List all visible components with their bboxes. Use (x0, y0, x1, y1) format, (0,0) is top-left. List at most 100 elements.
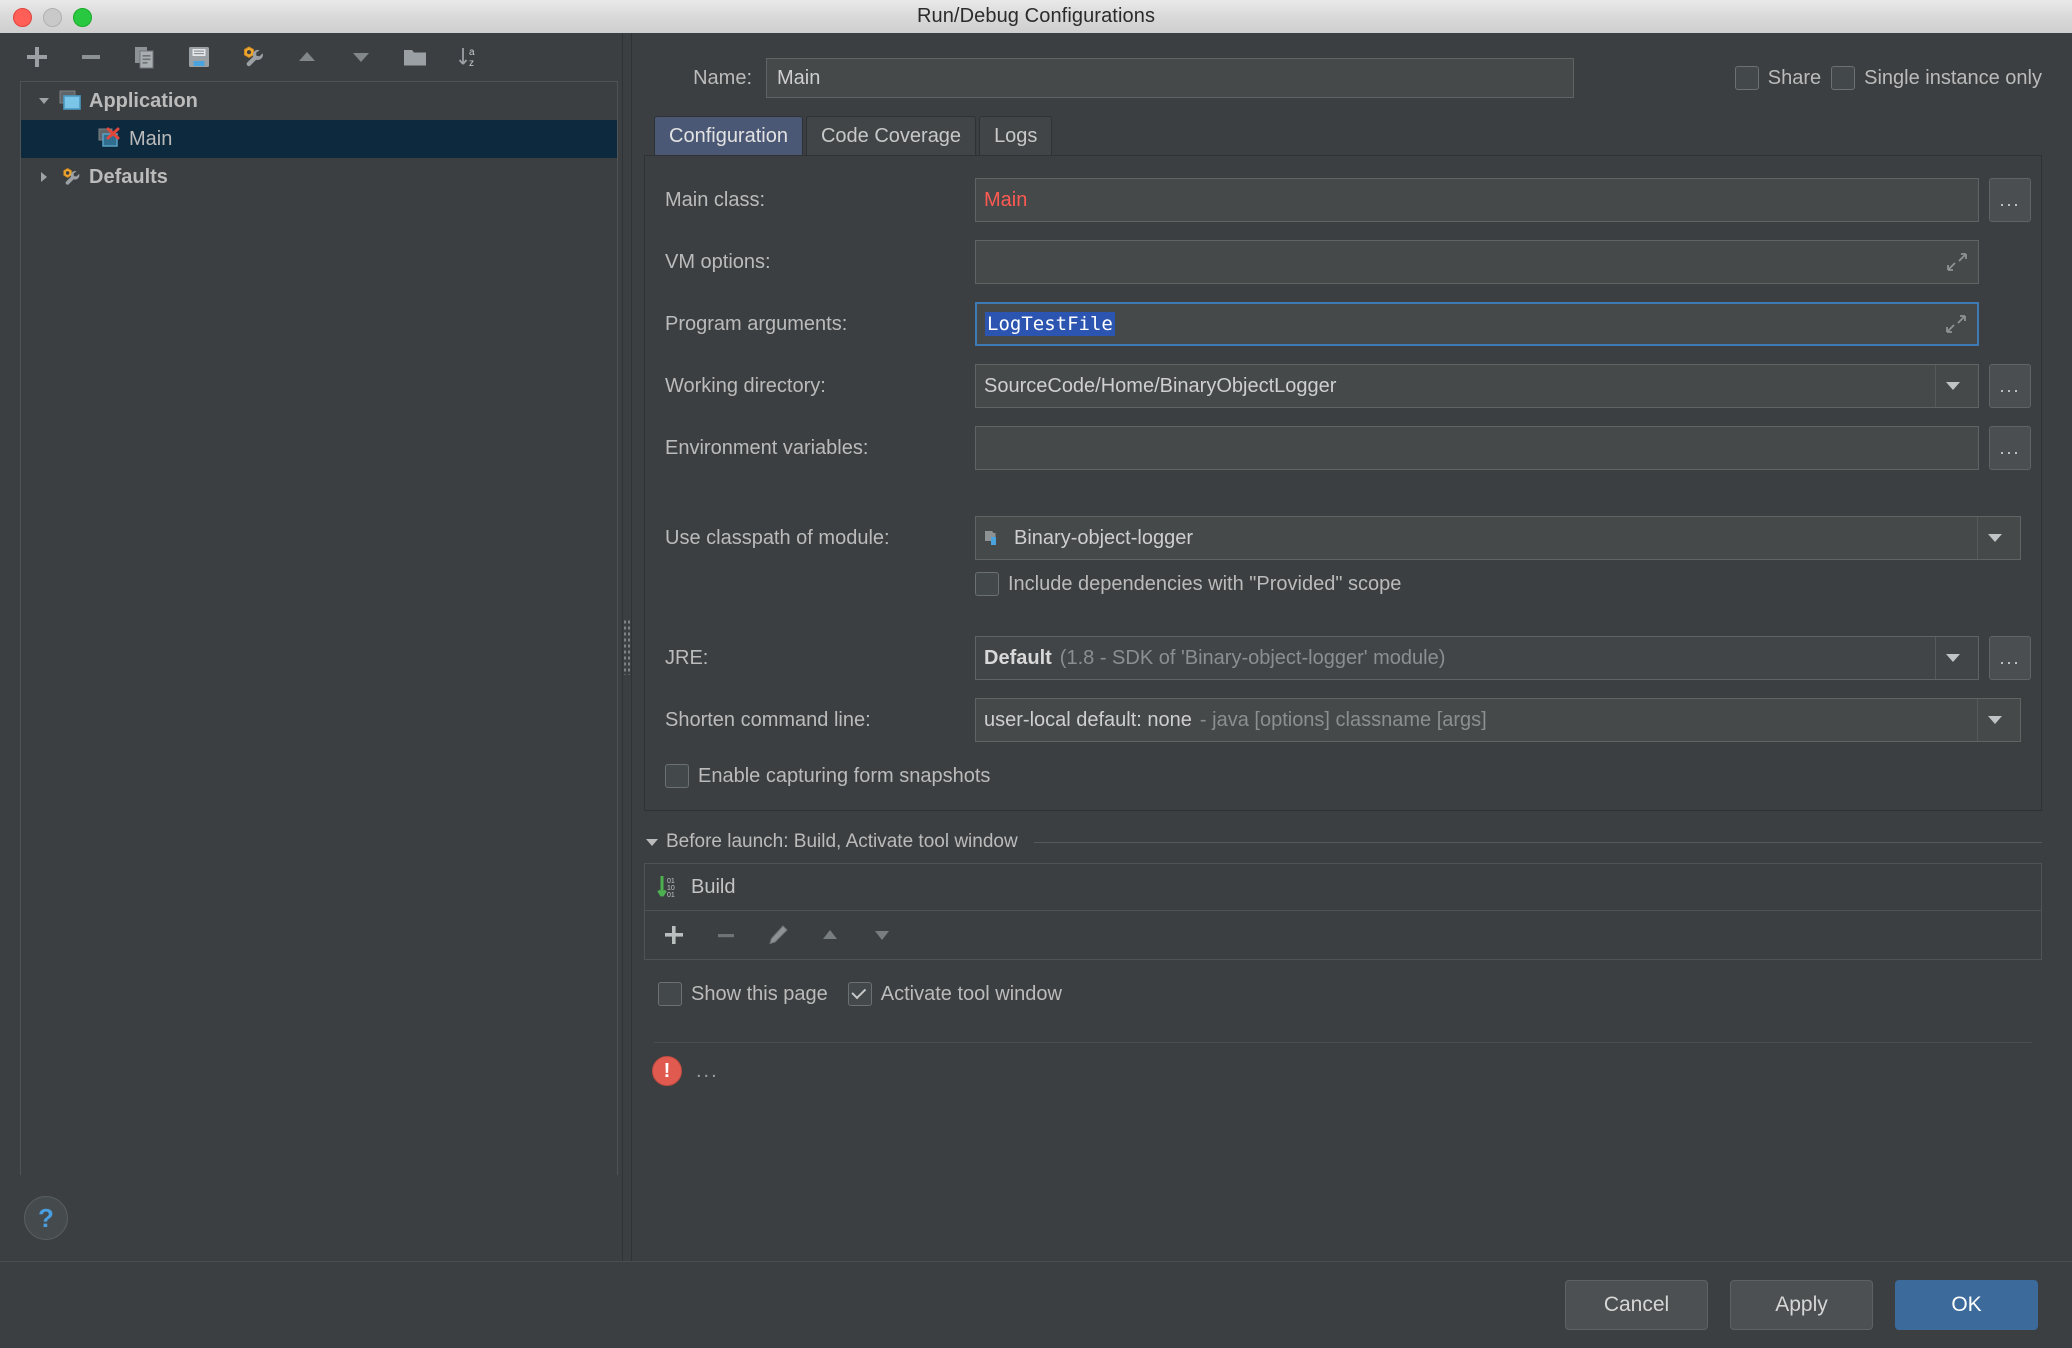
tab-logs[interactable]: Logs (979, 116, 1052, 155)
copy-configuration-button[interactable] (126, 39, 164, 75)
jre-row: JRE: Default (1.8 - SDK of 'Binary-objec… (645, 636, 2041, 680)
arrow-up-icon (818, 923, 842, 947)
minus-icon (714, 923, 738, 947)
tab-code-coverage[interactable]: Code Coverage (806, 116, 976, 155)
new-folder-button[interactable] (396, 39, 434, 75)
working-directory-value: SourceCode/Home/BinaryObjectLogger (984, 375, 1336, 398)
ok-button[interactable]: OK (1895, 1280, 2038, 1330)
enable-form-snapshots-checkbox-row[interactable]: Enable capturing form snapshots (665, 764, 990, 788)
include-provided-deps-checkbox-row[interactable]: Include dependencies with "Provided" sco… (975, 572, 1401, 596)
name-input-value: Main (777, 67, 820, 90)
expand-collapse-arrow-application[interactable] (31, 93, 57, 109)
window-title: Run/Debug Configurations (917, 5, 1155, 28)
move-down-button[interactable] (342, 39, 380, 75)
share-checkbox[interactable] (1735, 66, 1759, 90)
show-this-page-checkbox-row[interactable]: Show this page (658, 982, 828, 1006)
expand-diagonal-icon[interactable] (1944, 249, 1970, 275)
window-titlebar: Run/Debug Configurations (0, 0, 2072, 34)
share-checkbox-row[interactable]: Share (1735, 66, 1821, 90)
program-arguments-input[interactable]: LogTestFile (975, 302, 1979, 346)
configurations-tree[interactable]: Application Main (20, 81, 618, 1175)
error-message: ... (696, 1060, 719, 1083)
configurations-toolbar: a z (0, 33, 620, 81)
before-launch-options: Show this page Activate tool window (644, 982, 2042, 1006)
before-launch-rule (1034, 842, 2042, 843)
use-classpath-of-module-row: Use classpath of module: Binary-object-l… (645, 516, 2041, 560)
edit-defaults-button[interactable] (234, 39, 272, 75)
add-configuration-button[interactable] (18, 39, 56, 75)
vm-options-input[interactable] (975, 240, 1979, 284)
move-before-launch-task-down-button[interactable] (867, 920, 897, 950)
tree-item-main[interactable]: Main (21, 120, 617, 158)
environment-variables-input[interactable] (975, 426, 1979, 470)
help-button[interactable]: ? (24, 1196, 68, 1240)
before-launch-item-build[interactable]: 01 10 01 Build (645, 864, 2041, 911)
single-instance-checkbox-row[interactable]: Single instance only (1831, 66, 2042, 90)
editor-tabs: Configuration Code Coverage Logs (644, 113, 2042, 155)
main-class-browse-button[interactable]: ... (1989, 178, 2031, 222)
vm-options-row: VM options: (645, 240, 2041, 284)
shorten-command-line-combobox[interactable]: user-local default: none - java [options… (975, 698, 2021, 742)
remove-before-launch-task-button[interactable] (711, 920, 741, 950)
before-launch-header[interactable]: Before launch: Build, Activate tool wind… (644, 831, 2042, 853)
jre-combobox[interactable]: Default (1.8 - SDK of 'Binary-object-log… (975, 636, 1979, 680)
main-class-input[interactable]: Main (975, 178, 1979, 222)
folder-icon (402, 44, 428, 70)
splitter-grip[interactable] (623, 619, 631, 675)
single-instance-label: Single instance only (1864, 67, 2042, 90)
edit-before-launch-task-button[interactable] (763, 920, 793, 950)
apply-button[interactable]: Apply (1730, 1280, 1873, 1330)
show-this-page-label: Show this page (691, 983, 828, 1006)
configuration-tab-panel: Main class: Main ... VM options: (644, 155, 2042, 811)
move-before-launch-task-up-button[interactable] (815, 920, 845, 950)
before-launch-list[interactable]: 01 10 01 Build (644, 863, 2042, 960)
working-directory-input[interactable]: SourceCode/Home/BinaryObjectLogger (975, 364, 1979, 408)
use-classpath-dropdown-arrow[interactable] (1977, 517, 2012, 559)
tree-item-application[interactable]: Application (21, 82, 617, 120)
move-up-button[interactable] (288, 39, 326, 75)
use-classpath-of-module-combobox[interactable]: Binary-object-logger (975, 516, 2021, 560)
working-directory-dropdown-arrow[interactable] (1935, 365, 1970, 407)
cancel-button[interactable]: Cancel (1565, 1280, 1708, 1330)
jre-dropdown-arrow[interactable] (1935, 637, 1970, 679)
sort-az-icon: a z (456, 44, 482, 70)
enable-form-snapshots-checkbox[interactable] (665, 764, 689, 788)
environment-variables-browse-button[interactable]: ... (1989, 426, 2031, 470)
run-config-error-icon (97, 128, 125, 150)
show-this-page-checkbox[interactable] (658, 982, 682, 1006)
include-provided-deps-checkbox[interactable] (975, 572, 999, 596)
tree-item-defaults[interactable]: Defaults (21, 158, 617, 196)
program-arguments-row: Program arguments: LogTestFile (645, 302, 2041, 346)
panel-splitter[interactable] (620, 33, 634, 1261)
minimize-window-button[interactable] (43, 8, 62, 27)
plus-icon (24, 44, 50, 70)
environment-variables-row: Environment variables: ... (645, 426, 2041, 470)
vm-options-label: VM options: (645, 251, 975, 274)
jre-browse-button[interactable]: ... (1989, 636, 2031, 680)
arrow-down-icon (348, 44, 374, 70)
chevron-right-icon (36, 169, 52, 185)
name-label: Name: (644, 67, 752, 90)
use-classpath-of-module-value: Binary-object-logger (1014, 527, 1193, 550)
remove-configuration-button[interactable] (72, 39, 110, 75)
shorten-command-line-dropdown-arrow[interactable] (1977, 699, 2012, 741)
save-configuration-button[interactable] (180, 39, 218, 75)
single-instance-checkbox[interactable] (1831, 66, 1855, 90)
sort-alphabetically-button[interactable]: a z (450, 39, 488, 75)
chevron-down-icon[interactable] (646, 839, 658, 846)
maximize-window-button[interactable] (73, 8, 92, 27)
configuration-options: Share Single instance only (1705, 66, 2042, 90)
activate-tool-window-label: Activate tool window (881, 983, 1062, 1006)
expand-collapse-arrow-defaults[interactable] (31, 169, 57, 185)
name-input[interactable]: Main (766, 58, 1574, 98)
tab-configuration[interactable]: Configuration (654, 116, 803, 155)
build-icon: 01 10 01 (657, 874, 681, 900)
expand-diagonal-icon[interactable] (1943, 311, 1969, 337)
activate-tool-window-checkbox-row[interactable]: Activate tool window (848, 982, 1062, 1006)
activate-tool-window-checkbox[interactable] (848, 982, 872, 1006)
add-before-launch-task-button[interactable] (659, 920, 689, 950)
working-directory-browse-button[interactable]: ... (1989, 364, 2031, 408)
module-icon (984, 528, 1006, 548)
wrench-icon (240, 44, 266, 70)
close-window-button[interactable] (13, 8, 32, 27)
